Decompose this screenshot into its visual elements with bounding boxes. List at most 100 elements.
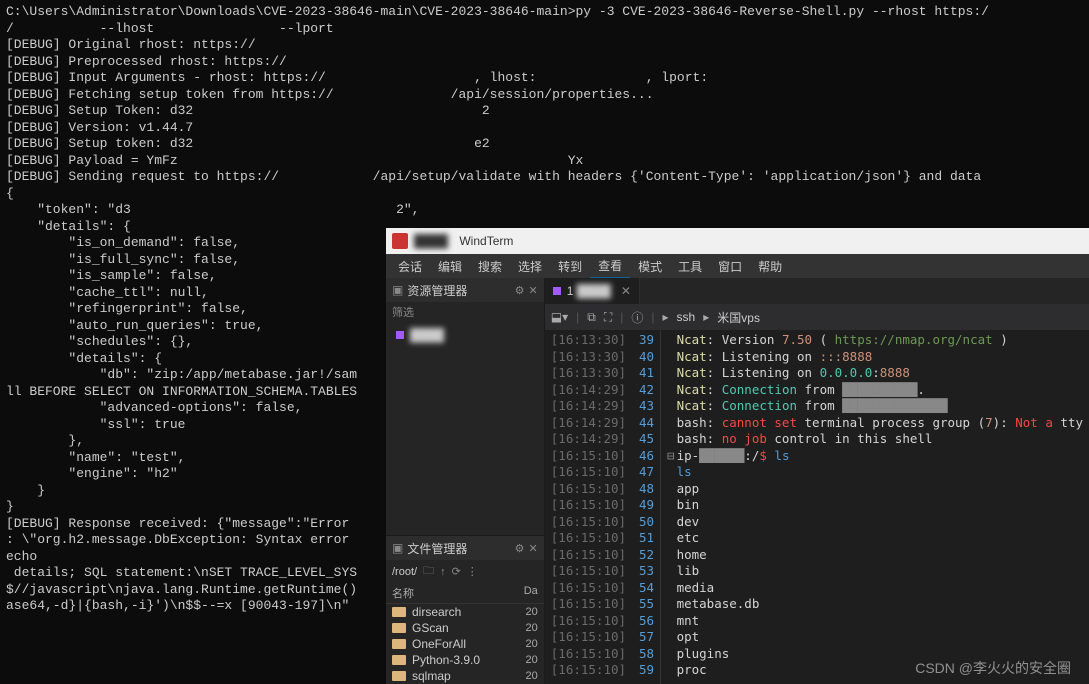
titlebar-host: ████ [414,234,448,248]
more-icon[interactable]: ⋮ [467,565,478,578]
gear-icon[interactable]: ⚙ [515,542,525,555]
file-row[interactable]: Python-3.9.020 [386,652,544,668]
file-list: dirsearch20GScan20OneForAll20Python-3.9.… [386,604,544,684]
windterm-logo-icon [392,233,408,249]
gutter-row: [16:15:10]51 [545,530,660,547]
col-name[interactable]: 名称 [392,585,524,601]
terminal-row: opt [667,629,1083,646]
file-list-header: 名称 Da [386,583,544,604]
terminal-row: home [667,547,1083,564]
resource-label: ████ [410,328,444,342]
file-date: 20 [526,638,538,650]
menu-item[interactable]: 编辑 [430,255,470,278]
refresh-icon[interactable]: ⟳ [452,565,461,578]
terminal-row: bash: no job control in this shell [667,431,1083,448]
terminal-row: Ncat: Listening on :::8888 [667,349,1083,366]
menu-item[interactable]: 会话 [390,255,430,278]
gutter-row: [16:15:10]48 [545,481,660,498]
terminal-line: { [6,186,1083,203]
file-name: sqlmap [412,669,526,683]
breadcrumb-ssh[interactable]: ssh [677,310,696,324]
terminal-line: [DEBUG] Preprocessed rhost: https:// [6,54,1083,71]
terminal-gutter: [16:13:30]39[16:13:30]40[16:13:30]41[16:… [545,330,661,684]
file-row[interactable]: sqlmap20 [386,668,544,684]
tab-session[interactable]: 1 ████ ✕ [545,278,640,304]
up-icon[interactable]: ↑ [440,566,446,578]
close-icon[interactable]: ✕ [529,542,538,555]
gutter-row: [16:13:30]39 [545,332,660,349]
file-row[interactable]: OneForAll20 [386,636,544,652]
menu-item[interactable]: 帮助 [750,255,790,278]
windterm-titlebar[interactable]: ████ WindTerm [386,228,1089,254]
gutter-row: [16:15:10]55 [545,596,660,613]
col-date[interactable]: Da [524,585,538,601]
terminal-row: mnt [667,613,1083,630]
windterm-terminal[interactable]: [16:13:30]39[16:13:30]40[16:13:30]41[16:… [545,330,1089,684]
terminal-line: [DEBUG] Sending request to https:// /api… [6,169,1083,186]
terminal-line: "token": "d3 2", [6,202,1083,219]
tab-label: ████ [577,284,611,298]
gutter-row: [16:14:29]43 [545,398,660,415]
tab-index: 1 [567,284,574,298]
close-icon[interactable]: ✕ [621,284,631,298]
windterm-menubar: 会话编辑搜索选择转到查看模式工具窗口帮助 [386,254,1089,278]
menu-item[interactable]: 窗口 [710,255,750,278]
terminal-row: media [667,580,1083,597]
split-icon[interactable]: ⬓▾ [551,310,568,324]
windterm-tabs: 1 ████ ✕ [545,278,1089,304]
titlebar-app: WindTerm [459,234,513,248]
gutter-row: [16:15:10]47 [545,464,660,481]
menu-item[interactable]: 模式 [630,255,670,278]
resource-item[interactable]: ████ [392,326,538,344]
new-window-icon[interactable]: ⧉ [587,310,596,325]
gutter-row: [16:15:10]54 [545,580,660,597]
gutter-row: [16:15:10]49 [545,497,660,514]
menu-item[interactable]: 转到 [550,255,590,278]
terminal-line: [DEBUG] Original rhost: nttps:// [6,37,1083,54]
folder-icon [392,639,406,649]
gear-icon[interactable]: ⚙ [515,284,525,297]
gutter-row: [16:14:29]44 [545,415,660,432]
file-manager-panel: ▣ 文件管理器 ⚙ ✕ /root/ 🗀 ↑ ⟳ ⋮ 名称 Da di [386,535,544,684]
terminal-row: Ncat: Listening on 0.0.0.0:8888 [667,365,1083,382]
menu-item[interactable]: 工具 [670,255,710,278]
terminal-row: proc [667,662,1083,679]
resource-list: ████ [386,322,544,535]
file-row[interactable]: dirsearch20 [386,604,544,620]
terminal-row: plugins [667,646,1083,663]
gutter-row: [16:15:10]58 [545,646,660,663]
file-panel-title: 文件管理器 [407,540,467,557]
fullscreen-icon[interactable]: ⛶ [604,310,612,325]
file-date: 20 [526,606,538,618]
file-row[interactable]: GScan20 [386,620,544,636]
gutter-row: [16:15:10]52 [545,547,660,564]
file-name: OneForAll [412,637,526,651]
file-panel-header: ▣ 文件管理器 ⚙ ✕ [386,536,544,560]
menu-item[interactable]: 搜索 [470,255,510,278]
gutter-row: [16:14:29]42 [545,382,660,399]
gutter-row: [16:15:10]53 [545,563,660,580]
file-name: Python-3.9.0 [412,653,526,667]
terminal-line: [DEBUG] Input Arguments - rhost: https:/… [6,70,1083,87]
file-date: 20 [526,654,538,666]
menu-item[interactable]: 选择 [510,255,550,278]
windterm-window: ████ WindTerm 会话编辑搜索选择转到查看模式工具窗口帮助 ▣ 资源管… [386,228,1089,684]
terminal-content[interactable]: Ncat: Version 7.50 ( https://nmap.org/nc… [661,330,1089,684]
file-date: 20 [526,670,538,682]
filter-label[interactable]: 筛选 [386,302,544,322]
terminal-row: Ncat: Connection from ██████████. [667,382,1083,399]
fold-icon[interactable]: ⊟ [667,448,677,463]
gutter-row: [16:15:10]50 [545,514,660,531]
folder-icon [392,655,406,665]
breadcrumb-host[interactable]: 米国vps [717,309,760,326]
menu-item[interactable]: 查看 [590,254,630,279]
folder-icon [392,607,406,617]
info-icon[interactable]: ⓘ [631,309,643,326]
folder-open-icon[interactable]: 🗀 [423,562,434,581]
terminal-row: Ncat: Connection from ██████████████ [667,398,1083,415]
path-text[interactable]: /root/ [392,566,417,578]
resource-panel-title: 资源管理器 [407,282,467,299]
close-icon[interactable]: ✕ [529,284,538,297]
terminal-line: / --lhost --lport [6,21,1083,38]
terminal-row: Ncat: Version 7.50 ( https://nmap.org/nc… [667,332,1083,349]
